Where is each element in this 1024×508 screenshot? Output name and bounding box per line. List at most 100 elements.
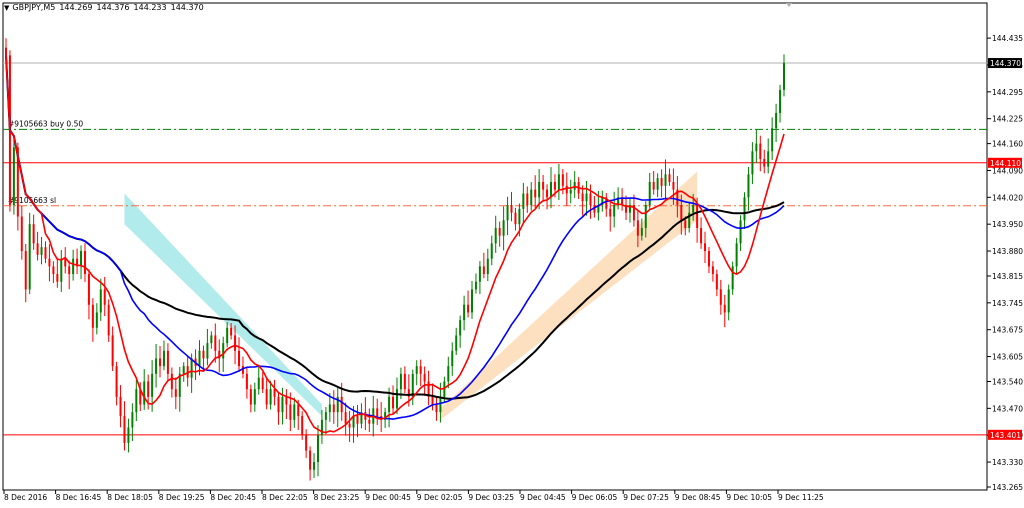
x-tick-label: 9 Dec 10:05 [726,493,772,502]
candle-body [83,251,86,275]
x-tick-label: 9 Dec 11:25 [778,493,824,502]
level-tag-0-text: 144.110 [990,159,1021,168]
buy-order-line-label: #9105663 buy 0.50 [8,119,83,128]
candle-body [514,212,517,225]
candle-body [190,358,193,378]
candle-body [609,208,612,217]
level-tag-1: 143.401 [988,429,1022,440]
candle-body [581,193,584,202]
candle-body [155,358,158,374]
candle-body [265,389,268,405]
x-tick-label: 8 Dec 16:45 [56,493,102,502]
candle-body [423,373,426,382]
candle-body [48,258,51,267]
candle-body [546,189,549,198]
candle-body [763,158,766,167]
y-tick-label: 143.330 [992,458,1023,467]
candle-body [68,266,71,275]
candle-body [664,174,667,186]
candle-body [226,327,229,344]
candle-body [569,189,572,194]
candle-body [230,327,233,336]
candle-body [743,197,746,221]
candle-body [24,251,27,290]
y-tick-label: 144.160 [992,140,1023,149]
candle-body [700,228,703,244]
candle-body [332,404,335,413]
candle-body [206,343,209,359]
candle-body [95,312,98,328]
y-tick-label: 143.815 [992,272,1023,281]
candle-body [12,147,15,205]
candle-body [459,320,462,336]
x-tick-label: 9 Dec 06:05 [572,493,618,502]
price-chart[interactable]: #9105663 buy 0.50#9105663 sl 144.435144.… [0,0,1024,508]
candle-body [159,358,162,367]
candle-body [660,178,663,186]
candle-body [463,304,466,321]
candle-body [147,381,150,397]
candle-body [376,408,379,417]
candle-body [723,304,726,313]
candle-body [439,396,442,413]
candle-body [415,366,418,374]
candle-body [526,193,529,205]
candle-body [502,220,505,236]
candle-body [553,181,556,190]
dropdown-triangle-icon[interactable]: ▼ [4,4,9,12]
candle-body [44,247,47,259]
candle-body [87,274,90,305]
candle-body [692,205,695,213]
candle-body [403,373,406,390]
close-value: 144.370 [170,3,204,12]
candle-body [91,304,94,328]
candle-body [316,435,319,463]
y-tick-label: 143.950 [992,220,1023,229]
candle-body [411,373,414,397]
candle-body [198,350,201,367]
candle-body [494,228,497,244]
candle-body [747,174,750,198]
candle-body [289,404,292,420]
x-tick-label: 8 Dec 2016 [4,493,47,502]
high-value: 144.376 [96,3,130,12]
level-tag-0: 144.110 [988,157,1022,168]
candle-body [388,396,391,413]
candle-body [696,205,699,229]
candle-body [474,281,477,290]
candle-body [328,404,331,413]
candle-body [478,266,481,282]
chart-header: ▼ GBPJPY,M5 144.269 144.376 144.233 144.370 [4,3,204,12]
candle-body [222,343,225,359]
candle-body [490,243,493,259]
candle-body [767,151,770,167]
x-tick-label: 8 Dec 23:25 [314,493,360,502]
candle-body [249,389,252,405]
candle-body [719,289,722,305]
candle-body [123,416,126,443]
candle-body [739,220,742,244]
y-tick-label: 143.540 [992,377,1023,386]
candle-body [281,396,284,413]
x-tick-label: 9 Dec 08:45 [675,493,721,502]
candle-body [52,266,55,275]
x-tick-label: 8 Dec 19:25 [159,493,205,502]
y-tick-label: 143.745 [992,299,1023,308]
candle-body [72,258,75,275]
candle-body [245,373,248,390]
x-tick-label: 8 Dec 22:05 [262,493,308,502]
candle-body [680,205,683,221]
candle-body [119,396,122,417]
candle-body [471,289,474,313]
x-tick-label: 9 Dec 03:25 [468,493,514,502]
candle-body [313,462,316,470]
candle-body [111,335,114,367]
candle-body [320,419,323,436]
candle-body [652,181,655,190]
symbol-label: GBPJPY,M5 [12,3,56,12]
time-axis: 8 Dec 2016 8 Dec 16:45 8 Dec 18:05 8 Dec 19… [3,490,824,502]
y-tick-label: 144.435 [992,34,1023,43]
candle-body [510,205,513,213]
x-tick-label: 8 Dec 18:05 [107,493,153,502]
candle-body [644,205,647,229]
